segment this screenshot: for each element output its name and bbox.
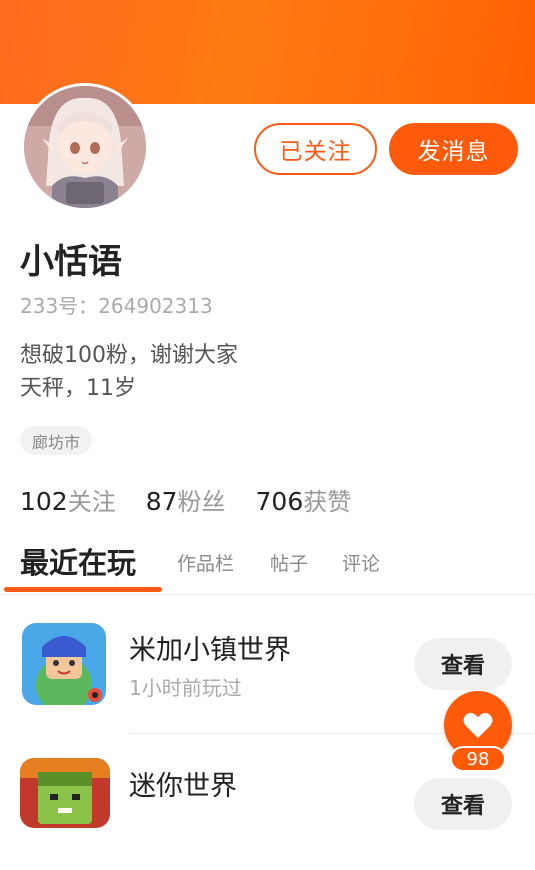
fans-count: 87: [145, 487, 178, 516]
profile-tabs: 最近在玩 作品栏 帖子 评论: [0, 540, 535, 595]
following-button[interactable]: 已关注: [254, 123, 377, 175]
bio-line-1: 想破100粉，谢谢大家: [20, 343, 238, 368]
likes-count: 706: [255, 487, 304, 516]
tab-works[interactable]: 作品栏: [177, 549, 234, 576]
heart-icon: [463, 712, 493, 738]
avatar[interactable]: [21, 83, 149, 211]
game-name: 米加小镇世界: [129, 635, 291, 666]
location-tag: 廊坊市: [20, 426, 93, 455]
miga-town-icon: [22, 623, 106, 705]
view-game-button[interactable]: 查看: [414, 638, 512, 690]
likes-label: 获赞: [303, 488, 352, 516]
tab-posts[interactable]: 帖子: [270, 549, 308, 576]
username: 小恬语: [20, 242, 122, 282]
following-count: 102: [20, 487, 68, 516]
bio-line-2: 天秤，11岁: [20, 376, 136, 401]
stats-row: 102关注 87粉丝 706获赞: [20, 482, 351, 517]
tab-comments[interactable]: 评论: [342, 549, 380, 576]
stat-likes[interactable]: 706获赞: [256, 482, 352, 517]
send-message-button[interactable]: 发消息: [389, 123, 518, 175]
game-last-played: 1小时前玩过: [129, 676, 242, 700]
view-game-button[interactable]: 查看: [414, 778, 512, 830]
avatar-image: [24, 86, 146, 208]
fans-label: 粉丝: [177, 488, 226, 516]
bio: 想破100粉，谢谢大家 天秤，11岁: [20, 339, 238, 405]
following-label: 关注: [67, 488, 116, 516]
mini-world-icon: [20, 758, 110, 828]
stat-fans[interactable]: 87粉丝: [146, 482, 226, 517]
user-id: 233号：264902313: [20, 294, 213, 318]
like-count-badge: 98: [450, 746, 506, 772]
tab-recent-play[interactable]: 最近在玩: [20, 540, 136, 582]
game-name: 迷你世界: [129, 771, 237, 802]
active-tab-indicator: [4, 587, 162, 592]
stat-following[interactable]: 102关注: [20, 482, 116, 517]
